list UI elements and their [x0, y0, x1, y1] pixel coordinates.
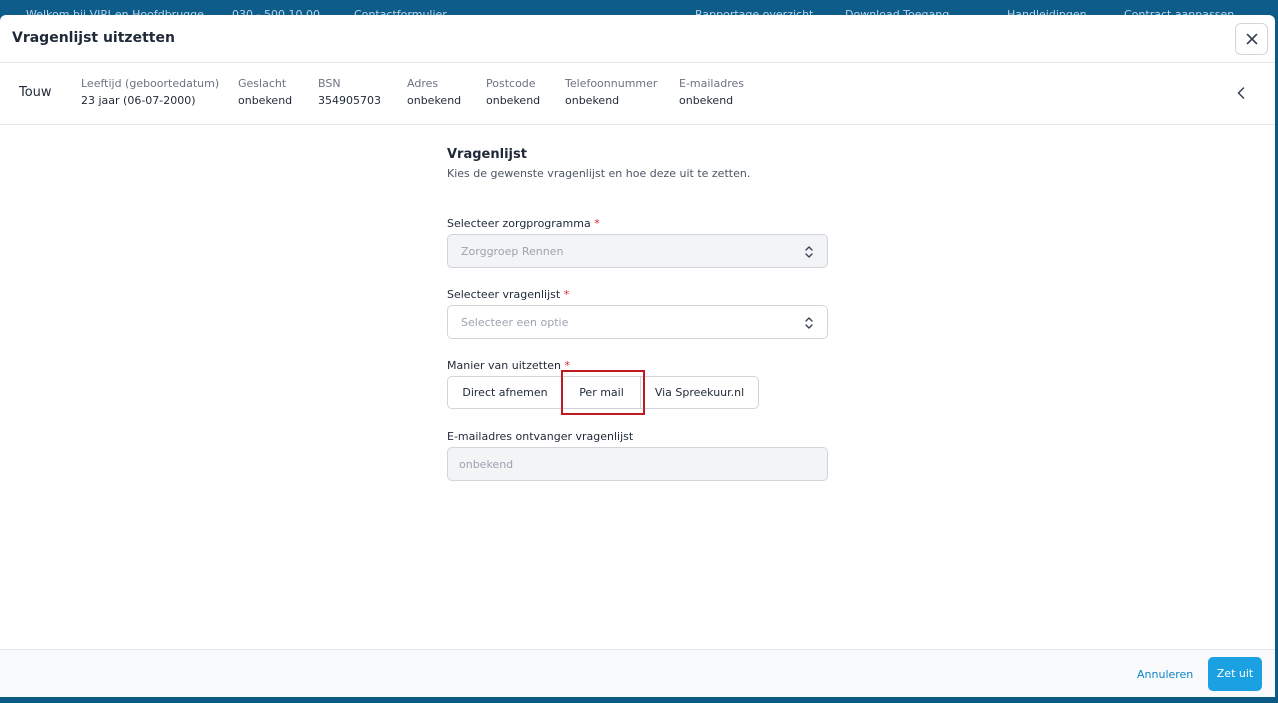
select-value: Zorggroep Rennen	[461, 245, 564, 258]
required-mark: *	[594, 217, 600, 230]
field-value: onbekend	[486, 94, 541, 107]
patient-field-postcode: Postcode onbekend	[486, 76, 540, 110]
form-title: Vragenlijst	[447, 147, 527, 162]
select-placeholder: Selecteer een optie	[461, 316, 569, 329]
email-value: onbekend	[459, 458, 514, 471]
field-label: Telefoonnummer	[565, 77, 658, 90]
close-button[interactable]	[1235, 23, 1268, 55]
field-label: BSN	[318, 77, 341, 90]
top-navigation-bar: Welkom bij VIP! en Hoofdbrugge... 030 - …	[0, 0, 1278, 16]
patient-field-phone: Telefoonnummer onbekend	[565, 76, 657, 110]
required-mark: *	[563, 288, 570, 301]
field-value: onbekend	[565, 94, 620, 107]
label-text: Manier van uitzetten	[447, 359, 562, 372]
label-text: Selecteer vragenlijst	[447, 288, 561, 301]
field-label: Leeftijd (geboortedatum)	[81, 77, 220, 90]
care-program-label: Selecteer zorgprogramma *	[447, 217, 600, 230]
cancel-button[interactable]: Annuleren	[1137, 668, 1193, 681]
method-spreekuur-button[interactable]: Via Spreekuur.nl	[640, 376, 759, 409]
modal-title: Vragenlijst uitzetten	[12, 30, 175, 46]
patient-field-bsn: BSN 354905703	[318, 76, 381, 110]
highlight-box	[561, 370, 645, 415]
field-label: Geslacht	[238, 77, 287, 90]
field-value: 23 jaar (06-07-2000)	[81, 94, 196, 107]
method-label: Manier van uitzetten *	[447, 359, 570, 372]
method-direct-button[interactable]: Direct afnemen	[447, 376, 563, 409]
close-icon	[1246, 33, 1258, 45]
recipient-email-field[interactable]: onbekend	[447, 447, 828, 481]
field-value: onbekend	[679, 94, 734, 107]
field-value: onbekend	[238, 94, 293, 107]
chevron-up-down-icon	[805, 317, 813, 329]
patient-info-bar: Touw Leeftijd (geboortedatum) 23 jaar (0…	[0, 63, 1275, 125]
patient-name: Touw	[19, 85, 52, 100]
questionnaire-modal: Vragenlijst uitzetten Touw Leeftijd (geb…	[0, 15, 1275, 697]
patient-field-email: E-mailadres onbekend	[679, 76, 744, 110]
field-label: Postcode	[486, 77, 536, 90]
questionnaire-select[interactable]: Selecteer een optie	[447, 305, 828, 339]
chevron-up-down-icon	[805, 246, 813, 258]
chevron-left-icon[interactable]	[1233, 85, 1249, 101]
patient-field-address: Adres onbekend	[407, 76, 461, 110]
field-value: 354905703	[318, 94, 381, 107]
field-label: E-mailadres	[679, 77, 744, 90]
field-value: onbekend	[407, 94, 462, 107]
patient-field-gender: Geslacht onbekend	[238, 76, 292, 110]
care-program-select[interactable]: Zorggroep Rennen	[447, 234, 828, 268]
modal-footer: Annuleren Zet uit	[0, 649, 1275, 697]
questionnaire-label: Selecteer vragenlijst *	[447, 288, 569, 301]
submit-button[interactable]: Zet uit	[1208, 657, 1262, 691]
form-subtitle: Kies de gewenste vragenlijst en hoe deze…	[447, 167, 751, 180]
label-text: Selecteer zorgprogramma	[447, 217, 591, 230]
field-label: Adres	[407, 77, 439, 90]
patient-field-age: Leeftijd (geboortedatum) 23 jaar (06-07-…	[81, 76, 219, 110]
modal-header: Vragenlijst uitzetten	[0, 15, 1275, 63]
email-label: E-mailadres ontvanger vragenlijst	[447, 430, 634, 443]
